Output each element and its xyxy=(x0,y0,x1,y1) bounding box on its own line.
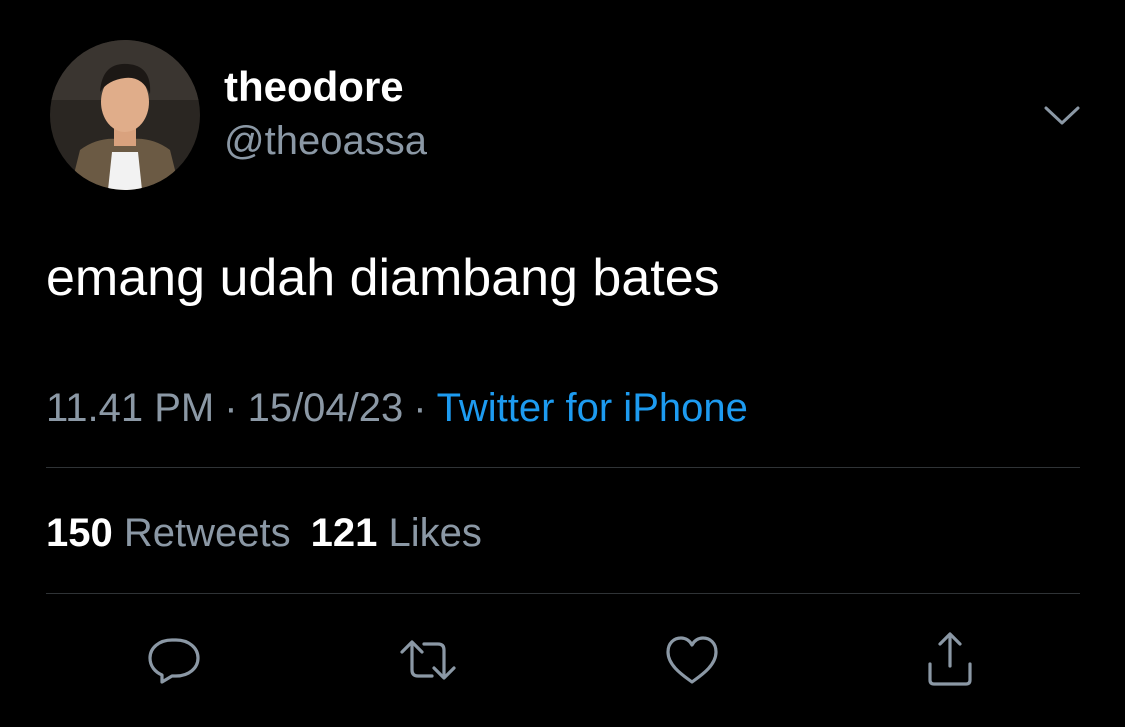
like-button[interactable] xyxy=(662,630,722,690)
display-name[interactable]: theodore xyxy=(224,62,404,112)
retweet-arrows-icon xyxy=(400,640,456,680)
avatar-image xyxy=(50,40,200,190)
retweets-stat[interactable]: 150 Retweets xyxy=(46,511,291,555)
divider xyxy=(46,593,1080,594)
share-button[interactable] xyxy=(920,630,980,690)
tweet-source-link[interactable]: Twitter for iPhone xyxy=(437,386,748,430)
tweet-metadata: 11.41 PM · 15/04/23 · Twitter for iPhone xyxy=(46,384,748,432)
more-options-button[interactable] xyxy=(1040,96,1084,136)
likes-label: Likes xyxy=(388,511,482,555)
tweet-date: 15/04/23 xyxy=(247,386,404,430)
retweet-button[interactable] xyxy=(398,630,458,690)
retweets-count: 150 xyxy=(46,511,113,555)
tweet-text: emang udah diambang bates xyxy=(46,249,720,307)
likes-stat[interactable]: 121 Likes xyxy=(311,511,482,555)
divider xyxy=(46,467,1080,468)
engagement-stats: 150 Retweets 121 Likes xyxy=(46,508,482,558)
heart-icon xyxy=(666,636,718,684)
separator-dot: · xyxy=(224,386,238,430)
speech-bubble-icon xyxy=(148,638,200,684)
chevron-down-icon xyxy=(1044,106,1080,125)
retweets-label: Retweets xyxy=(123,511,291,555)
likes-count: 121 xyxy=(310,511,378,555)
separator-dot: · xyxy=(413,386,427,430)
avatar[interactable] xyxy=(50,40,200,190)
share-upload-icon xyxy=(928,632,972,686)
reply-button[interactable] xyxy=(144,630,204,690)
tweet-time: 11.41 PM xyxy=(46,386,215,430)
user-handle[interactable]: @theoassa xyxy=(224,116,427,166)
